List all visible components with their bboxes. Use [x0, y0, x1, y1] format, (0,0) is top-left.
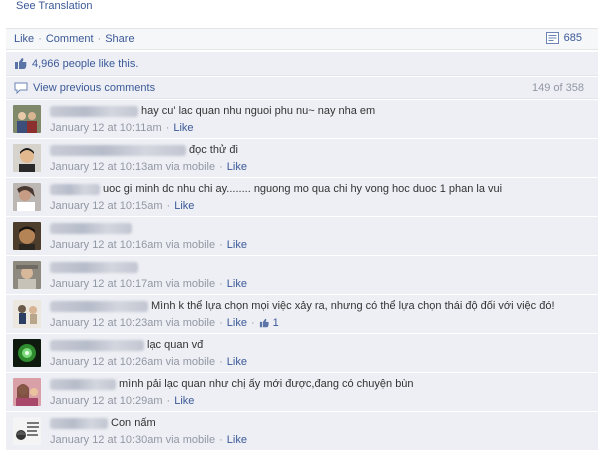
comment-via: via mobile: [165, 160, 216, 173]
comment-via: via mobile: [165, 433, 216, 446]
comment-text: uoc gi minh dc nhu chi ay........ nguong…: [103, 183, 503, 195]
avatar[interactable]: [13, 183, 41, 211]
comment-like-link[interactable]: Like: [227, 278, 247, 290]
comment-via: via mobile: [165, 316, 216, 329]
avatar[interactable]: [13, 378, 41, 406]
like-link[interactable]: Like: [14, 33, 34, 45]
comment-like-link[interactable]: Like: [227, 356, 247, 368]
avatar[interactable]: [13, 339, 41, 367]
comment-timestamp[interactable]: January 12 at 10:23am: [50, 317, 163, 329]
comment-item: lạc quan vđ January 12 at 10:26am via mo…: [6, 334, 598, 373]
comment-via: via mobile: [165, 238, 216, 251]
comment-link[interactable]: Comment: [46, 33, 94, 45]
comment-like-link[interactable]: Like: [227, 317, 247, 329]
comment-via: via mobile: [165, 277, 216, 290]
avatar[interactable]: [13, 417, 41, 445]
comment-text: Con nấm: [111, 417, 156, 429]
comment-timestamp[interactable]: January 12 at 10:17am: [50, 278, 163, 290]
comment-text: Mình k thể lựa chọn mọi việc xảy ra, như…: [151, 300, 555, 312]
share-count[interactable]: 685: [545, 32, 582, 44]
share-link[interactable]: Share: [105, 33, 134, 45]
comment-like-link[interactable]: Like: [173, 122, 193, 134]
comment-timestamp[interactable]: January 12 at 10:16am: [50, 239, 163, 251]
thumbs-up-icon: [259, 318, 269, 327]
comment-bubble-icon: [14, 82, 28, 94]
comment-timestamp[interactable]: January 12 at 10:30am: [50, 434, 163, 446]
comment-text: hay cu' lac quan nhu nguoi phu nu~ nay n…: [141, 105, 376, 117]
avatar[interactable]: [13, 261, 41, 289]
comment-like-link[interactable]: Like: [174, 395, 194, 407]
separator-dot: ·: [97, 33, 102, 45]
commenter-name[interactable]: [50, 300, 148, 312]
comment-like-link[interactable]: Like: [227, 434, 247, 446]
comment-timestamp[interactable]: January 12 at 10:26am: [50, 356, 163, 368]
comment-item: Mình k thể lựa chọn mọi việc xảy ra, như…: [6, 295, 598, 334]
commenter-name[interactable]: [50, 417, 108, 429]
post-action-bar: Like · Comment · Share 685: [6, 28, 598, 50]
avatar[interactable]: [13, 105, 41, 133]
avatar[interactable]: [13, 144, 41, 172]
comment-item: mình pải lạc quan như chị ấy mới được,đa…: [6, 373, 598, 412]
comment-item: uoc gi minh dc nhu chi ay........ nguong…: [6, 178, 598, 217]
comment-timestamp[interactable]: January 12 at 10:15am: [50, 200, 163, 212]
comment-item: Con nấm January 12 at 10:30am via mobile…: [6, 412, 598, 450]
comment-text: lạc quan vđ: [147, 339, 204, 351]
commenter-name[interactable]: [50, 339, 144, 351]
see-translation-link[interactable]: See Translation: [16, 0, 92, 13]
view-previous-label: View previous comments: [33, 81, 156, 94]
avatar[interactable]: [13, 222, 41, 250]
like-count-value: 1: [272, 316, 279, 329]
comment-count: 149 of 358: [532, 81, 584, 94]
commenter-name[interactable]: [50, 378, 116, 390]
comment-item: đọc thử đi January 12 at 10:13am via mob…: [6, 139, 598, 178]
comment-like-link[interactable]: Like: [227, 161, 247, 173]
avatar[interactable]: [13, 300, 41, 328]
comment-via: via mobile: [165, 355, 216, 368]
commenter-name[interactable]: [50, 261, 138, 273]
comment-like-link[interactable]: Like: [174, 200, 194, 212]
thumbs-up-icon: [15, 58, 27, 69]
commenter-name[interactable]: [50, 105, 138, 117]
comment-like-count[interactable]: 1: [259, 317, 279, 329]
comment-timestamp[interactable]: January 12 at 10:29am: [50, 395, 163, 407]
comment-text: đọc thử đi: [189, 144, 238, 156]
separator-dot: ·: [38, 33, 42, 45]
share-icon: [545, 32, 559, 44]
view-previous-comments[interactable]: View previous comments 149 of 358: [6, 77, 598, 99]
comment-text: mình pải lạc quan như chị ấy mới được,đa…: [119, 378, 414, 390]
comment-timestamp[interactable]: January 12 at 10:11am: [50, 122, 162, 134]
comment-list: hay cu' lac quan nhu nguoi phu nu~ nay n…: [6, 100, 598, 450]
commenter-name[interactable]: [50, 144, 186, 156]
share-count-value: 685: [563, 32, 582, 44]
comment-item: January 12 at 10:17am via mobile · Like: [6, 256, 598, 295]
commenter-name[interactable]: [50, 183, 100, 195]
comment-item: January 12 at 10:16am via mobile · Like: [6, 217, 598, 256]
likes-text: 4,966 people like this.: [32, 57, 139, 70]
commenter-name[interactable]: [50, 222, 132, 234]
likes-summary[interactable]: 4,966 people like this.: [6, 52, 598, 76]
comment-item: hay cu' lac quan nhu nguoi phu nu~ nay n…: [6, 100, 598, 139]
comment-like-link[interactable]: Like: [227, 239, 247, 251]
comment-timestamp[interactable]: January 12 at 10:13am: [50, 161, 163, 173]
